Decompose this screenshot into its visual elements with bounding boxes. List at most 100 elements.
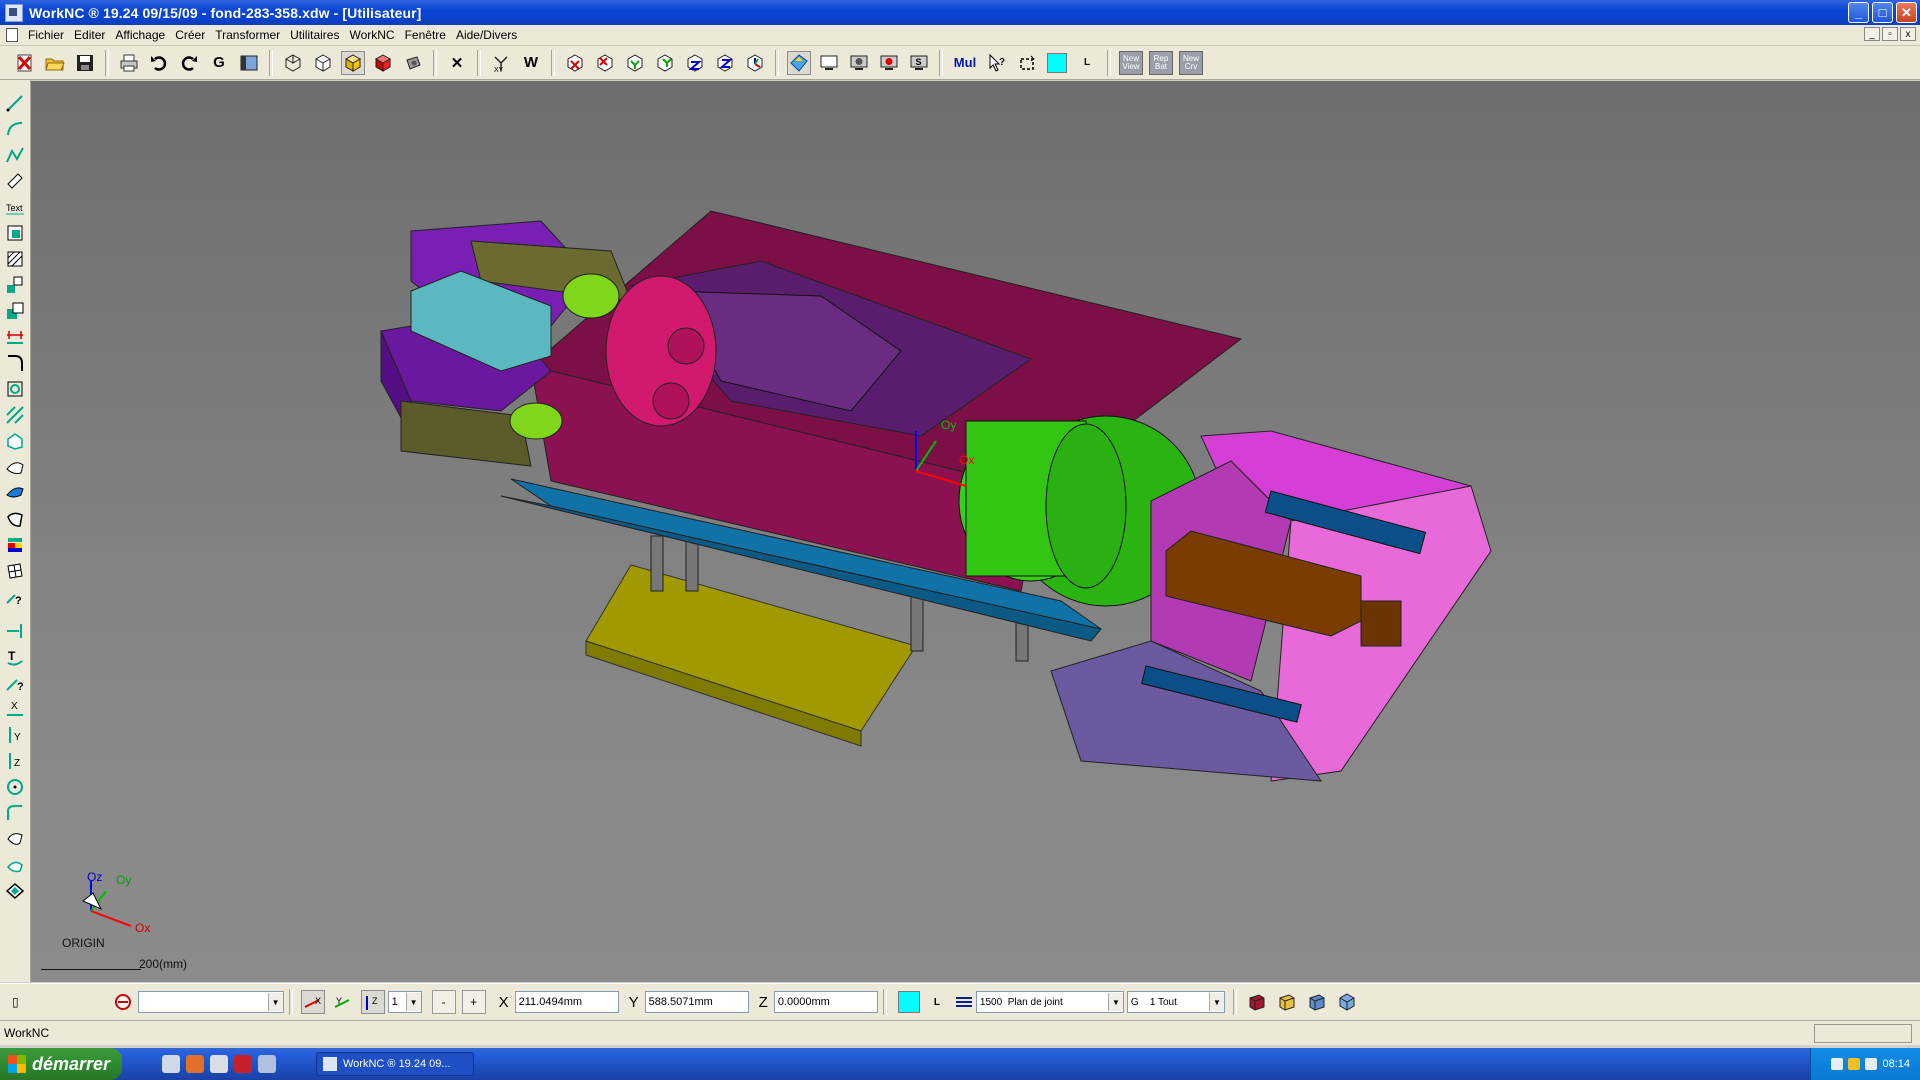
mul-button[interactable]: Mul (951, 51, 979, 75)
shade-mode-button[interactable] (787, 50, 811, 75)
step-combo[interactable]: 1 ▼ (387, 991, 422, 1013)
red-box-button[interactable] (1245, 990, 1269, 1014)
tray-network-icon[interactable] (1865, 1058, 1878, 1070)
3d-viewport[interactable]: Oy Ox Oz Oy Ox ORIGIN 200(mm) (31, 81, 1920, 982)
view-shaded-button[interactable] (341, 50, 365, 75)
layer-icon-button[interactable] (111, 990, 135, 1014)
t-section-tool[interactable]: T (4, 646, 26, 668)
grid-surface-tool[interactable] (4, 560, 26, 582)
menu-aide-divers[interactable]: Aide/Divers (451, 28, 522, 42)
patch-tool[interactable] (4, 508, 26, 530)
view-bottom-blue-button[interactable] (683, 51, 707, 75)
loft-tool[interactable] (4, 456, 26, 478)
trim-tool[interactable] (4, 404, 26, 426)
mdi-restore-button[interactable]: ▫ (1882, 27, 1898, 41)
level-icon-button[interactable] (952, 990, 976, 1014)
w-button[interactable]: W (519, 51, 543, 75)
menu-creer[interactable]: Créer (170, 28, 210, 42)
view-left-green-button[interactable] (653, 51, 677, 75)
monitor-shaded-button[interactable] (847, 51, 871, 75)
view-hidden-button[interactable] (311, 51, 335, 75)
x-coordinate-field[interactable]: 211.0494mm (514, 991, 619, 1013)
new-crv-button[interactable]: New Crv (1179, 50, 1203, 75)
redo-button[interactable] (177, 51, 201, 75)
text-tool[interactable]: Text (4, 196, 26, 218)
menu-utilitaires[interactable]: Utilitaires (285, 28, 344, 42)
print-button[interactable] (117, 51, 141, 75)
save-button[interactable] (73, 51, 97, 75)
blend-tool[interactable] (4, 854, 26, 876)
view-front-red-button[interactable] (593, 51, 617, 75)
x-axis-tool[interactable]: X (4, 698, 26, 720)
worknc-quicklaunch-icon[interactable] (234, 1055, 252, 1073)
z-axis-tool[interactable]: Z (4, 750, 26, 772)
menu-fichier[interactable]: Fichier (23, 28, 69, 42)
color-swatch-button[interactable] (1045, 51, 1069, 75)
circle-tool[interactable] (4, 776, 26, 798)
dimension-tool[interactable] (4, 326, 26, 348)
tray-security-icon[interactable] (1848, 1058, 1861, 1070)
blue-surface-tool[interactable] (4, 482, 26, 504)
z-constraint-button[interactable]: Z (360, 990, 385, 1014)
hatch-tool[interactable] (4, 248, 26, 270)
firefox-icon[interactable] (186, 1055, 204, 1073)
offset-tool[interactable] (4, 378, 26, 400)
minus-button[interactable]: - (431, 990, 456, 1014)
close-x-button[interactable]: ✕ (445, 51, 469, 75)
current-color-swatch[interactable] (897, 991, 920, 1013)
view-red-cube-button[interactable] (371, 51, 395, 75)
y-constraint-button[interactable]: Y (331, 990, 355, 1014)
view-right-green-button[interactable] (623, 51, 647, 75)
monitor-red-button[interactable] (877, 51, 901, 75)
menu-fenetre[interactable]: Fenêtre (400, 28, 451, 42)
query-curve-tool[interactable]: ? (4, 672, 26, 694)
measure-tool[interactable] (4, 170, 26, 192)
monitor-button[interactable] (817, 51, 841, 75)
y-axis-tool[interactable]: Y (4, 724, 26, 746)
point-line-tool[interactable] (4, 620, 26, 642)
view-top-red-button[interactable] (563, 51, 587, 75)
arc-tool[interactable] (4, 118, 26, 140)
close-button[interactable]: ✕ (1896, 2, 1917, 23)
rep-bat-button[interactable]: Rep Bat (1149, 50, 1173, 75)
view-gray-cube-button[interactable] (401, 51, 425, 75)
help-pointer-button[interactable]: ? (985, 51, 1009, 75)
document-icon[interactable] (6, 28, 18, 42)
copy-tool[interactable] (4, 300, 26, 322)
y-coordinate-field[interactable]: 588.5071mm (644, 991, 749, 1013)
layer-combo[interactable]: ▼ (137, 991, 284, 1013)
g-button[interactable]: G (207, 51, 231, 75)
group-combo[interactable]: G 1 Tout ▼ (1126, 991, 1225, 1013)
blue-box-button[interactable] (1305, 990, 1329, 1014)
taskbar-item-worknc[interactable]: WorkNC ® 19.24 09... (316, 1052, 474, 1076)
level-combo[interactable]: 1500 Plan de joint ▼ (975, 991, 1124, 1013)
screen-button[interactable] (237, 51, 261, 75)
view-iso-axes-button[interactable] (743, 51, 767, 75)
layers-color-tool[interactable] (4, 534, 26, 556)
menu-editer[interactable]: Editer (69, 28, 110, 42)
plus-button[interactable]: + (461, 990, 486, 1014)
mdi-minimize-button[interactable]: _ (1864, 27, 1880, 41)
minimize-button[interactable]: _ (1848, 2, 1869, 23)
menu-affichage[interactable]: Affichage (110, 28, 170, 42)
analyze-tool[interactable]: ? (4, 586, 26, 608)
bend-tool[interactable] (4, 802, 26, 824)
solid-tool[interactable] (4, 880, 26, 902)
surface-tool[interactable] (4, 430, 26, 452)
rotate-frame-button[interactable] (1015, 51, 1039, 75)
tray-arrow-icon[interactable] (1831, 1058, 1844, 1070)
show-desktop-icon[interactable] (162, 1055, 180, 1073)
z-coordinate-field[interactable]: 0.0000mm (773, 991, 878, 1013)
quicklaunch-icon[interactable] (210, 1055, 228, 1073)
move-tool[interactable] (4, 274, 26, 296)
polyline-tool[interactable] (4, 144, 26, 166)
start-button[interactable]: démarrer (0, 1048, 122, 1080)
box-tool[interactable] (4, 222, 26, 244)
fillet-tool[interactable] (4, 352, 26, 374)
open-button[interactable] (43, 51, 67, 75)
worknc-app-icon[interactable] (5, 3, 23, 22)
java-icon[interactable] (258, 1055, 276, 1073)
view-back-blue-button[interactable] (713, 51, 737, 75)
s-monitor-button[interactable]: S (907, 51, 931, 75)
l-button[interactable]: L (1075, 51, 1099, 75)
